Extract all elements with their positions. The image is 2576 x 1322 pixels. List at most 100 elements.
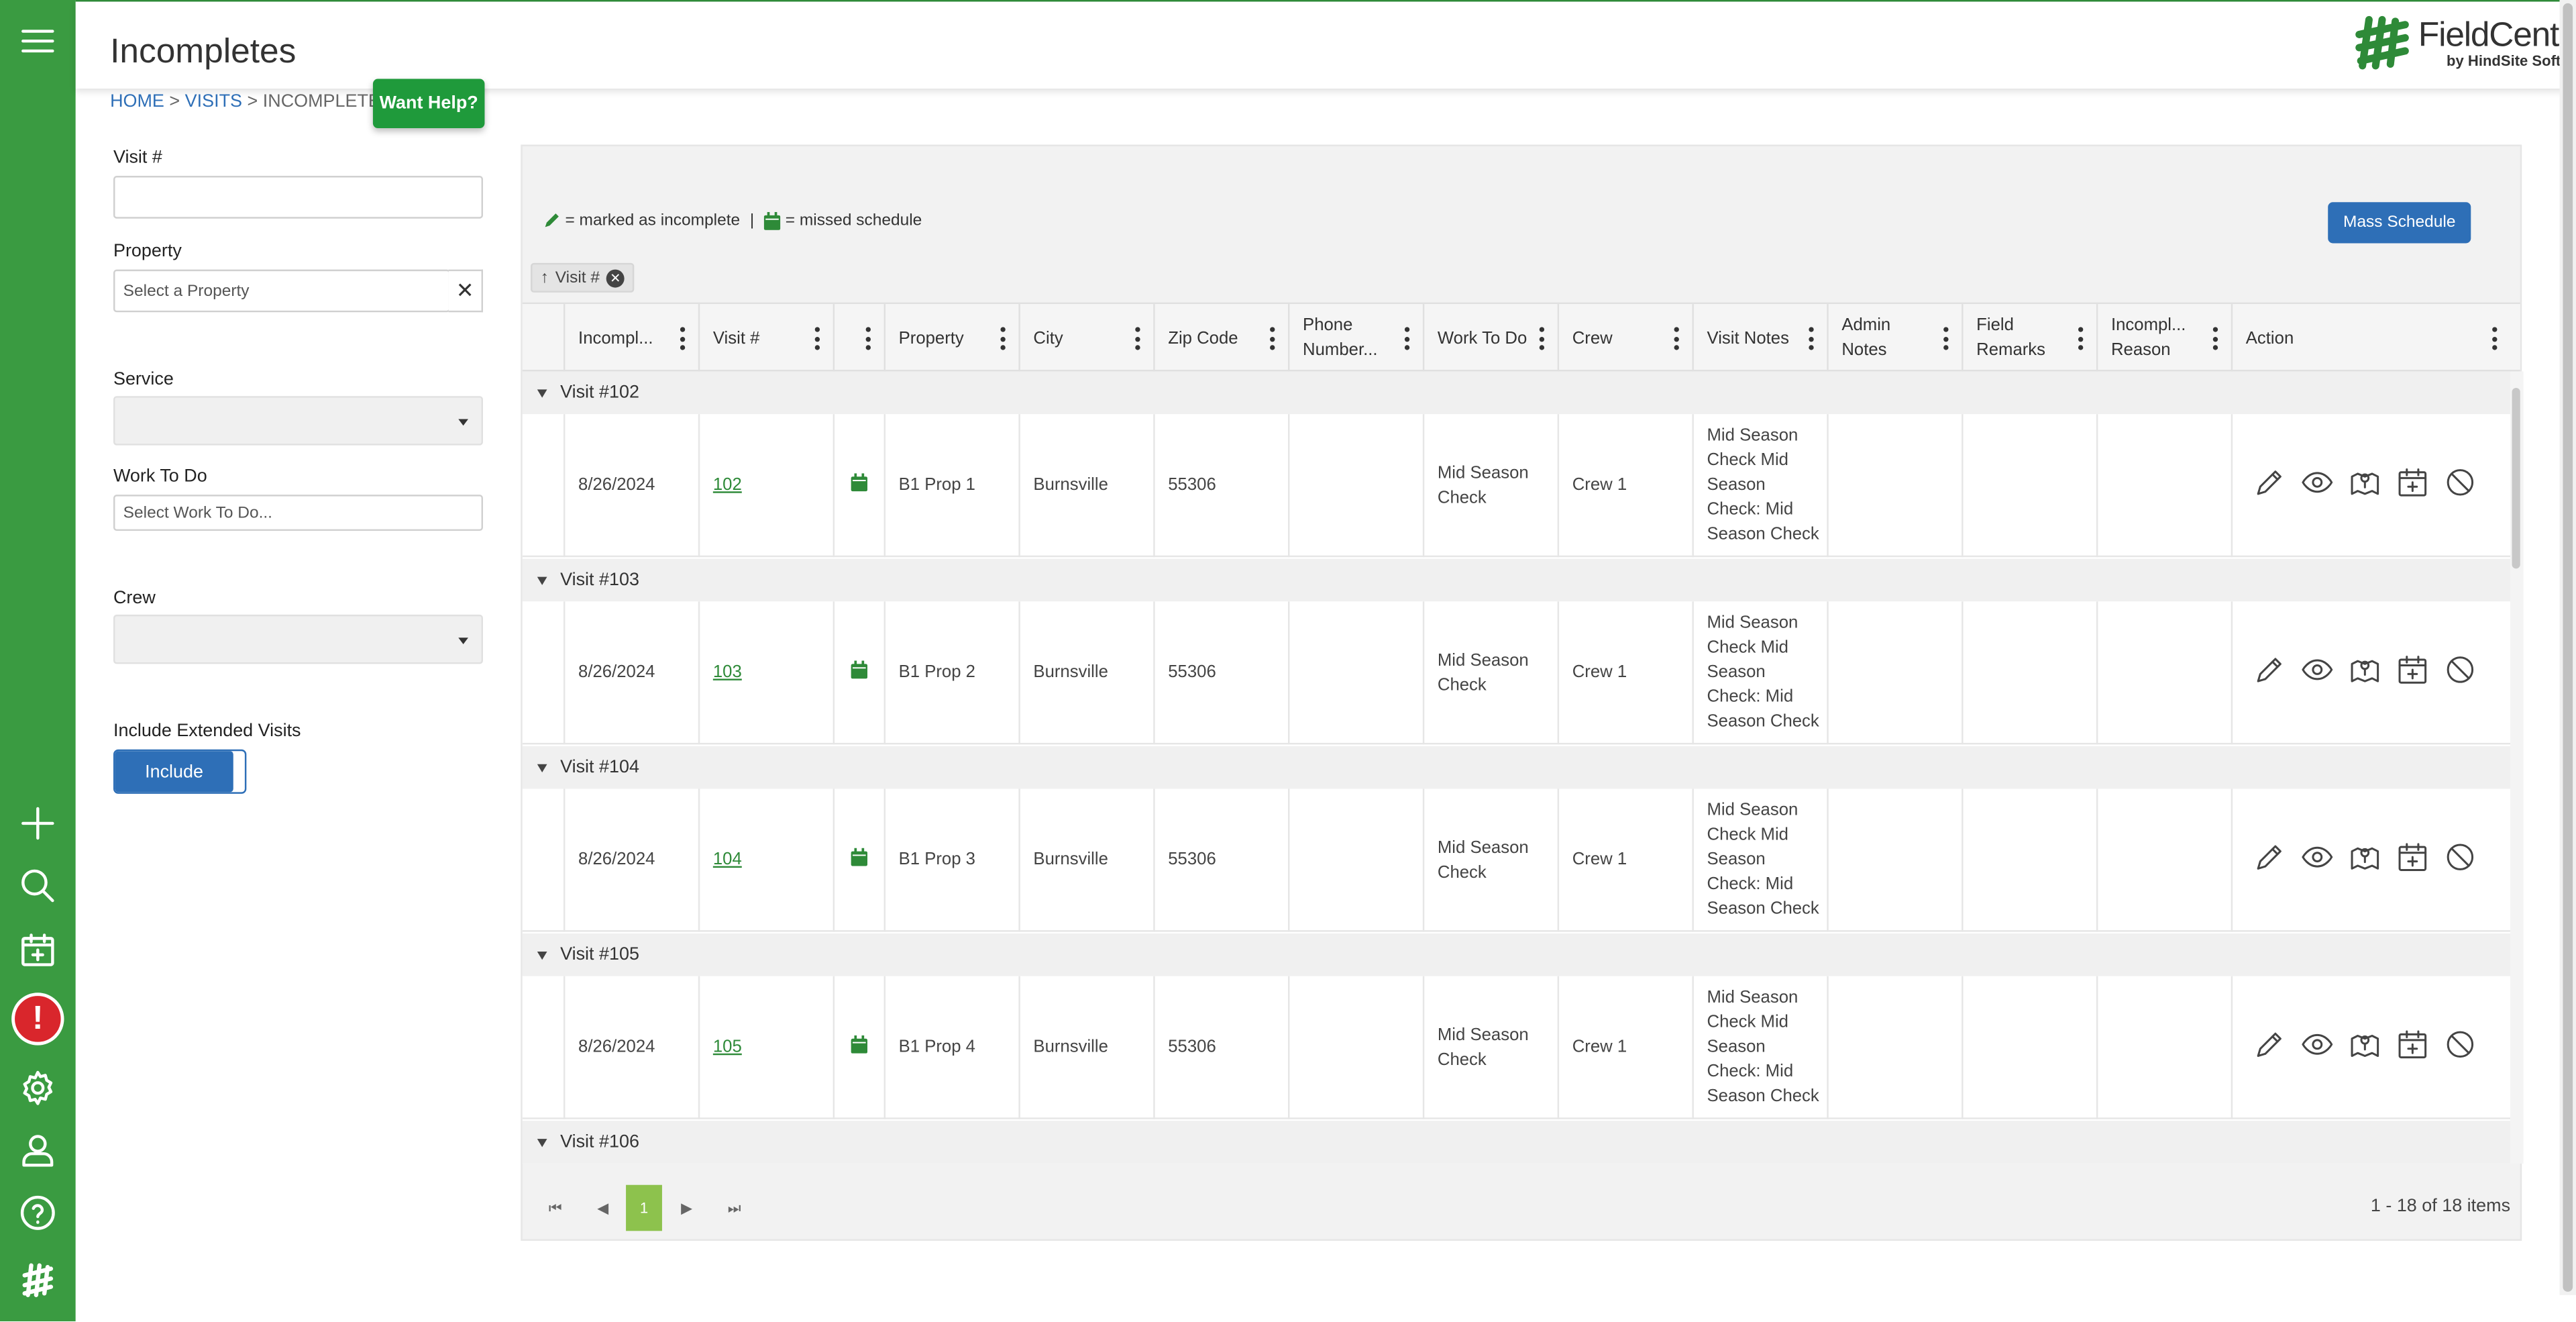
- header-col-phone[interactable]: Phone Number...: [1288, 304, 1423, 373]
- crew-dropdown[interactable]: [113, 614, 484, 664]
- header-label: Visit Notes: [1707, 327, 1789, 348]
- want-help-button[interactable]: Want Help?: [372, 79, 485, 129]
- collapse-icon[interactable]: [537, 576, 547, 584]
- map-pin-icon[interactable]: [2348, 652, 2382, 695]
- calendar-add-icon[interactable]: [2396, 1026, 2430, 1069]
- column-menu-icon[interactable]: [814, 327, 820, 350]
- close-icon[interactable]: ✕: [448, 269, 484, 313]
- map-pin-icon[interactable]: [2348, 839, 2382, 882]
- table-row[interactable]: 8/26/2024 104 B1 Prop 3 Burnsville 55306 Mid …: [522, 789, 2511, 932]
- first-page-icon[interactable]: ⏮: [537, 1185, 574, 1231]
- header-col-admin-notes[interactable]: Admin Notes: [1827, 304, 1962, 373]
- menu-icon[interactable]: [0, 16, 76, 65]
- search-icon[interactable]: [0, 861, 76, 910]
- cancel-icon[interactable]: [2443, 1026, 2477, 1069]
- column-menu-icon[interactable]: [2078, 327, 2084, 350]
- user-icon[interactable]: [0, 1126, 76, 1175]
- column-menu-icon[interactable]: [1674, 327, 1679, 350]
- visit-link[interactable]: 104: [713, 848, 742, 873]
- column-menu-icon[interactable]: [2492, 327, 2498, 350]
- header-col-zip[interactable]: Zip Code: [1153, 304, 1288, 373]
- grid-scrollbar[interactable]: [2510, 371, 2524, 1164]
- column-menu-icon[interactable]: [865, 327, 871, 350]
- header-col-property[interactable]: Property: [883, 304, 1019, 373]
- group-header[interactable]: Visit #103: [522, 558, 2511, 602]
- collapse-icon[interactable]: [537, 389, 547, 397]
- cancel-icon[interactable]: [2443, 652, 2477, 695]
- eye-icon[interactable]: [2300, 464, 2334, 507]
- page-scroll-thumb[interactable]: [2563, 3, 2573, 1292]
- pencil-icon[interactable]: [2253, 1026, 2287, 1069]
- column-menu-icon[interactable]: [1943, 327, 1949, 350]
- cancel-icon[interactable]: [2443, 464, 2477, 507]
- collapse-icon[interactable]: [537, 763, 547, 772]
- eye-icon[interactable]: [2300, 652, 2334, 695]
- column-menu-icon[interactable]: [1135, 327, 1140, 350]
- table-row[interactable]: 8/26/2024 105 B1 Prop 4 Burnsville 55306 Mid …: [522, 976, 2511, 1119]
- gear-icon[interactable]: [0, 1064, 76, 1113]
- header-col-incomplete-reason[interactable]: Incompl... Reason: [2096, 304, 2231, 373]
- column-menu-icon[interactable]: [680, 327, 686, 350]
- calendar-add-icon[interactable]: [2396, 839, 2430, 882]
- help-icon[interactable]: [0, 1188, 76, 1237]
- cancel-icon[interactable]: [2443, 839, 2477, 882]
- group-header[interactable]: Visit #106: [522, 1121, 2511, 1164]
- breadcrumb-visits[interactable]: VISITS: [185, 92, 242, 111]
- header-col-city[interactable]: City: [1018, 304, 1153, 373]
- cell-col-incomplete-reason: [2096, 414, 2231, 558]
- visit-number-input[interactable]: [113, 176, 484, 219]
- header-col-crew[interactable]: Crew: [1557, 304, 1693, 373]
- page-1-button[interactable]: 1: [626, 1184, 662, 1231]
- visit-link[interactable]: 103: [713, 660, 742, 685]
- header-col-visit-notes[interactable]: Visit Notes: [1692, 304, 1827, 373]
- last-page-icon[interactable]: ⏭: [716, 1185, 753, 1231]
- group-by-chip[interactable]: ↑ Visit # ✕: [531, 262, 635, 293]
- breadcrumb-home[interactable]: HOME: [110, 92, 164, 111]
- calendar-add-icon[interactable]: [2396, 652, 2430, 695]
- group-header[interactable]: Visit #105: [522, 933, 2511, 976]
- group-header[interactable]: Visit #102: [522, 371, 2511, 415]
- column-menu-icon[interactable]: [1404, 327, 1410, 350]
- column-menu-icon[interactable]: [1000, 327, 1006, 350]
- calendar-add-icon[interactable]: [2396, 464, 2430, 507]
- sort-arrow-icon[interactable]: ↑: [541, 268, 549, 287]
- collapse-icon[interactable]: [537, 950, 547, 959]
- column-menu-icon[interactable]: [1809, 327, 1814, 350]
- eye-icon[interactable]: [2300, 839, 2334, 882]
- header-col-work-to-do[interactable]: Work To Do: [1422, 304, 1558, 373]
- plus-icon[interactable]: [0, 799, 76, 848]
- column-menu-icon[interactable]: [2212, 327, 2218, 350]
- mass-schedule-button[interactable]: Mass Schedule: [2328, 202, 2471, 244]
- service-dropdown[interactable]: [113, 396, 484, 446]
- grid-scroll-thumb[interactable]: [2512, 387, 2520, 569]
- visit-link[interactable]: 105: [713, 1035, 742, 1060]
- eye-icon[interactable]: [2300, 1026, 2334, 1069]
- pencil-icon[interactable]: [2253, 839, 2287, 882]
- map-pin-icon[interactable]: [2348, 1026, 2382, 1069]
- column-menu-icon[interactable]: [1270, 327, 1275, 350]
- next-page-icon[interactable]: ▶: [669, 1185, 705, 1231]
- column-menu-icon[interactable]: [1539, 327, 1545, 350]
- table-row[interactable]: 8/26/2024 102 B1 Prop 1 Burnsville 55306 Mid …: [522, 414, 2511, 558]
- header-col-visit-number[interactable]: Visit #: [698, 304, 833, 373]
- property-select[interactable]: Select a Property: [113, 269, 451, 313]
- header-col-field-remarks[interactable]: Field Remarks: [1962, 304, 2096, 373]
- calendar-add-icon[interactable]: [0, 925, 76, 974]
- map-pin-icon[interactable]: [2348, 464, 2382, 507]
- include-extended-toggle[interactable]: Include: [113, 749, 247, 794]
- close-icon[interactable]: ✕: [606, 268, 625, 287]
- collapse-icon[interactable]: [537, 1137, 547, 1147]
- group-header[interactable]: Visit #104: [522, 746, 2511, 789]
- prev-page-icon[interactable]: ◀: [585, 1185, 621, 1231]
- visit-link[interactable]: 102: [713, 473, 742, 498]
- alert-icon[interactable]: !: [0, 993, 76, 1046]
- pencil-icon[interactable]: [2253, 652, 2287, 695]
- header-col-action[interactable]: Action: [2231, 304, 2510, 373]
- brand-logo[interactable]: FieldCentral by HindSite Software: [2353, 15, 2576, 70]
- header-col-incomplete-date[interactable]: Incompl...: [564, 304, 698, 373]
- page-scrollbar[interactable]: [2559, 0, 2576, 1295]
- table-row[interactable]: 8/26/2024 103 B1 Prop 2 Burnsville 55306 Mid …: [522, 601, 2511, 745]
- header-col-missed-flag[interactable]: [833, 304, 884, 373]
- pencil-icon[interactable]: [2253, 464, 2287, 507]
- work-to-do-select[interactable]: Select Work To Do...: [113, 495, 484, 531]
